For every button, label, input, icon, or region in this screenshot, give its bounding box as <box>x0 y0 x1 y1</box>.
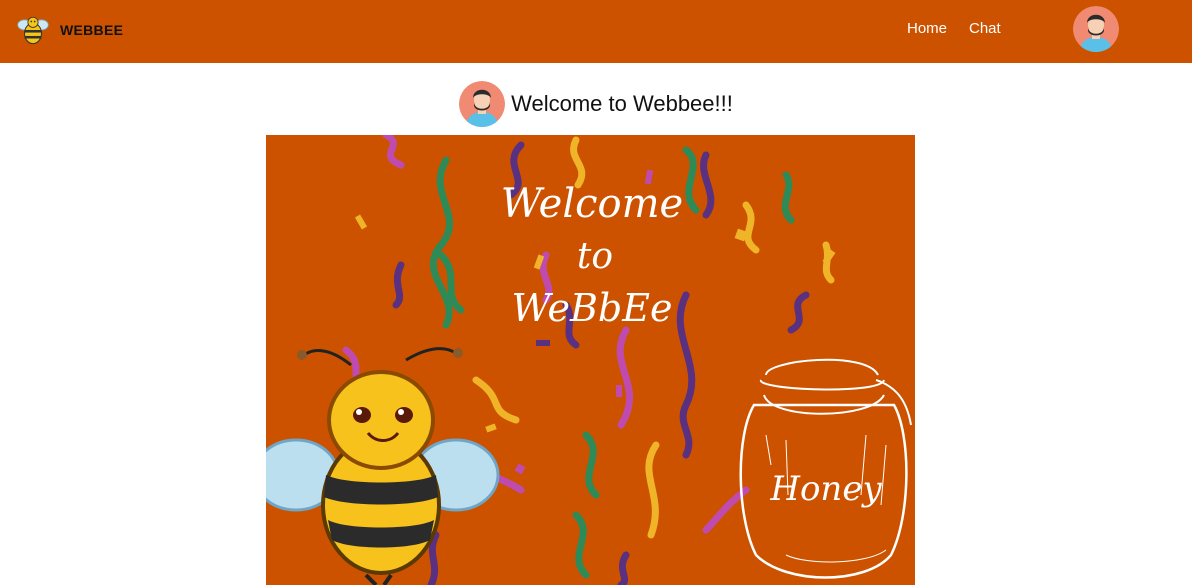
nav-chat-link[interactable]: Chat <box>969 20 1001 37</box>
banner-line-to: to <box>577 236 613 277</box>
user-avatar-icon <box>459 81 506 127</box>
banner-illustration: Welcome to WeBbEe Honey <box>266 135 915 585</box>
brand-name: WEBBEE <box>60 22 124 38</box>
honey-jar-label: Honey <box>769 469 882 509</box>
welcome-header: Welcome to Webbee!!! <box>0 80 1192 128</box>
user-avatar-icon[interactable] <box>1073 6 1119 52</box>
welcome-title: Welcome to Webbee!!! <box>511 91 733 116</box>
navbar: WEBBEE Home Chat <box>0 0 1192 63</box>
welcome-banner-image: Welcome to WeBbEe Honey <box>266 135 915 585</box>
nav-home-link[interactable]: Home <box>907 20 947 37</box>
brand[interactable]: WEBBEE <box>16 12 123 48</box>
banner-line-webbee: WeBbEe <box>512 286 673 330</box>
bee-logo-icon <box>17 16 49 45</box>
banner-line-welcome: Welcome <box>501 181 683 227</box>
